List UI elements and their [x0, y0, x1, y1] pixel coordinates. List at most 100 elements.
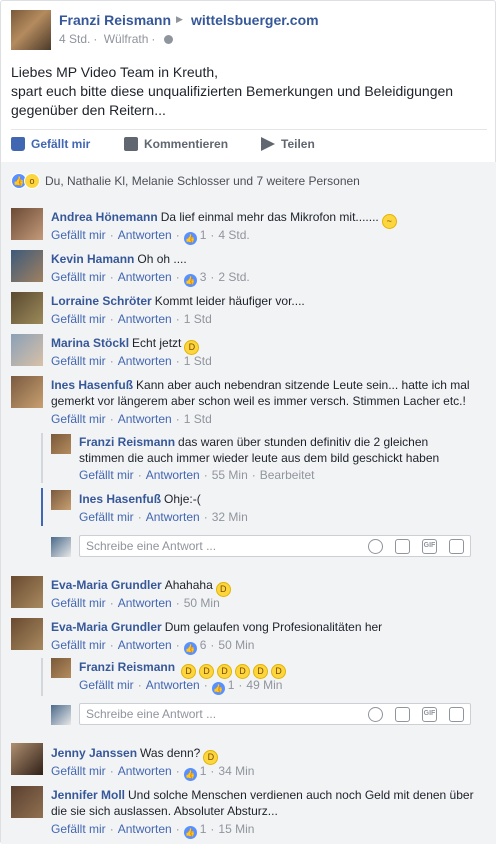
reply-author[interactable]: Ines Hasenfuß	[79, 492, 161, 506]
post-time[interactable]: 4 Std.	[59, 32, 90, 46]
post-page-name[interactable]: wittelsbuerger.com	[191, 12, 319, 28]
avatar[interactable]	[11, 743, 43, 775]
comment-reply-link[interactable]: Antworten	[118, 822, 172, 836]
globe-icon	[163, 35, 173, 44]
comment-like-link[interactable]: Gefällt mir	[51, 270, 106, 284]
comment-reply-link[interactable]: Antworten	[118, 228, 172, 242]
camera-icon[interactable]	[395, 707, 410, 722]
comment-like-link[interactable]: Gefällt mir	[51, 764, 106, 778]
reply: Ines Hasenfuß Ohje:-(	[79, 491, 474, 507]
gif-icon[interactable]: GIF	[422, 539, 437, 554]
comment-author[interactable]: Kevin Hamann	[51, 252, 134, 266]
emoji-icon[interactable]	[368, 707, 383, 722]
like-badge-icon: 👍	[183, 642, 197, 655]
reply-like-link[interactable]: Gefällt mir	[79, 468, 134, 482]
comment-time[interactable]: 4 Std.	[218, 228, 249, 242]
comment-like-link[interactable]: Gefällt mir	[51, 412, 106, 426]
like-count[interactable]: 3	[200, 270, 207, 284]
reaction-summary[interactable]: 👍 o Du, Nathalie Kl, Melanie Schlosser u…	[11, 173, 360, 189]
reply-actions: Gefällt mir · Antworten · 👍 1 · 49 Min	[79, 678, 283, 695]
like-count[interactable]: 1	[228, 678, 235, 692]
comment-author[interactable]: Lorraine Schröter	[51, 294, 152, 308]
comment-reply-link[interactable]: Antworten	[118, 764, 172, 778]
comment-reply-link[interactable]: Antworten	[118, 638, 172, 652]
like-count[interactable]: 1	[200, 764, 207, 778]
share-button[interactable]: Teilen	[261, 137, 315, 151]
avatar[interactable]	[11, 334, 43, 366]
laugh-emoji-icon: D	[199, 664, 215, 679]
avatar[interactable]	[11, 576, 43, 608]
avatar[interactable]	[51, 490, 71, 510]
comment-time[interactable]: 2 Std.	[218, 270, 249, 284]
reply-author[interactable]: Franzi Reismann	[79, 435, 175, 449]
reply-like-link[interactable]: Gefällt mir	[79, 510, 134, 524]
reply-time[interactable]: 55 Min	[212, 468, 248, 482]
avatar[interactable]	[51, 434, 71, 454]
reply-reply-link[interactable]: Antworten	[146, 510, 200, 524]
comment-time[interactable]: 34 Min	[218, 764, 254, 778]
author-avatar[interactable]	[11, 10, 51, 50]
comment-time[interactable]: 15 Min	[218, 822, 254, 836]
comment-author[interactable]: Eva-Maria Grundler	[51, 620, 162, 634]
avatar[interactable]	[11, 250, 43, 282]
like-count[interactable]: 1	[200, 228, 207, 242]
reply-time[interactable]: 32 Min	[212, 510, 248, 524]
comment-reply-link[interactable]: Antworten	[118, 412, 172, 426]
comment-button[interactable]: Kommentieren	[124, 137, 228, 151]
comment-reply-link[interactable]: Antworten	[118, 312, 172, 326]
comment-reply-link[interactable]: Antworten	[118, 596, 172, 610]
like-button[interactable]: Gefällt mir	[11, 137, 90, 151]
avatar[interactable]	[11, 292, 43, 324]
comment-author[interactable]: Jennifer Moll	[51, 788, 125, 802]
edited-label[interactable]: Bearbeitet	[260, 468, 315, 482]
gif-icon[interactable]: GIF	[422, 707, 437, 722]
comment-author[interactable]: Andrea Hönemann	[51, 210, 158, 224]
reply: Franzi Reismann das waren über stunden de…	[79, 434, 474, 466]
avatar[interactable]	[11, 786, 43, 818]
comment-like-link[interactable]: Gefällt mir	[51, 228, 106, 242]
comment-like-link[interactable]: Gefällt mir	[51, 354, 106, 368]
comment-author[interactable]: Jenny Janssen	[51, 746, 137, 760]
post-author-name[interactable]: Franzi Reismann	[59, 12, 171, 28]
comment-author[interactable]: Ines Hasenfuß	[51, 378, 133, 392]
comment-time[interactable]: 1 Std	[184, 412, 212, 426]
comment-time[interactable]: 1 Std	[184, 312, 212, 326]
comment-author[interactable]: Eva-Maria Grundler	[51, 578, 162, 592]
comment-actions: Gefällt mir · Antworten · 1 Std	[51, 354, 212, 368]
comment-like-link[interactable]: Gefällt mir	[51, 822, 106, 836]
comment-author[interactable]: Marina Stöckl	[51, 336, 129, 350]
reply-reply-link[interactable]: Antworten	[146, 678, 200, 692]
reply-author[interactable]: Franzi Reismann	[79, 660, 175, 674]
comment: Andrea Hönemann Da lief einmal mehr das M…	[51, 209, 471, 229]
comment: Lorraine Schröter Kommt leider häufiger v…	[51, 293, 471, 309]
comment-like-link[interactable]: Gefällt mir	[51, 596, 106, 610]
comment-like-link[interactable]: Gefällt mir	[51, 312, 106, 326]
reply-like-link[interactable]: Gefällt mir	[79, 678, 134, 692]
arrow-right-icon: ▶	[176, 14, 183, 24]
comment-like-link[interactable]: Gefällt mir	[51, 638, 106, 652]
avatar[interactable]	[11, 618, 43, 650]
avatar[interactable]	[11, 208, 43, 240]
like-badge-icon: 👍	[183, 826, 197, 839]
reply-input[interactable]: Schreibe eine Antwort ... GIF	[79, 703, 471, 725]
emoji-icon[interactable]	[368, 539, 383, 554]
avatar[interactable]	[51, 658, 71, 678]
post-location[interactable]: Wülfrath	[104, 32, 149, 46]
reply-input[interactable]: Schreibe eine Antwort ... GIF	[79, 535, 471, 557]
like-count[interactable]: 6	[200, 638, 207, 652]
avatar[interactable]	[11, 376, 43, 408]
grin-emoji-icon: D	[203, 750, 219, 765]
reply-time[interactable]: 49 Min	[246, 678, 282, 692]
sticker-icon[interactable]	[449, 539, 464, 554]
comment-time[interactable]: 50 Min	[184, 596, 220, 610]
comment: Jenny Janssen Was denn? D	[51, 745, 471, 765]
reply-reply-link[interactable]: Antworten	[146, 468, 200, 482]
comment-time[interactable]: 1 Std	[184, 354, 212, 368]
comment-reply-link[interactable]: Antworten	[118, 354, 172, 368]
comment-time[interactable]: 50 Min	[218, 638, 254, 652]
camera-icon[interactable]	[395, 539, 410, 554]
comment-text: Echt jetzt	[132, 336, 182, 350]
like-count[interactable]: 1	[200, 822, 207, 836]
comment-reply-link[interactable]: Antworten	[118, 270, 172, 284]
sticker-icon[interactable]	[449, 707, 464, 722]
